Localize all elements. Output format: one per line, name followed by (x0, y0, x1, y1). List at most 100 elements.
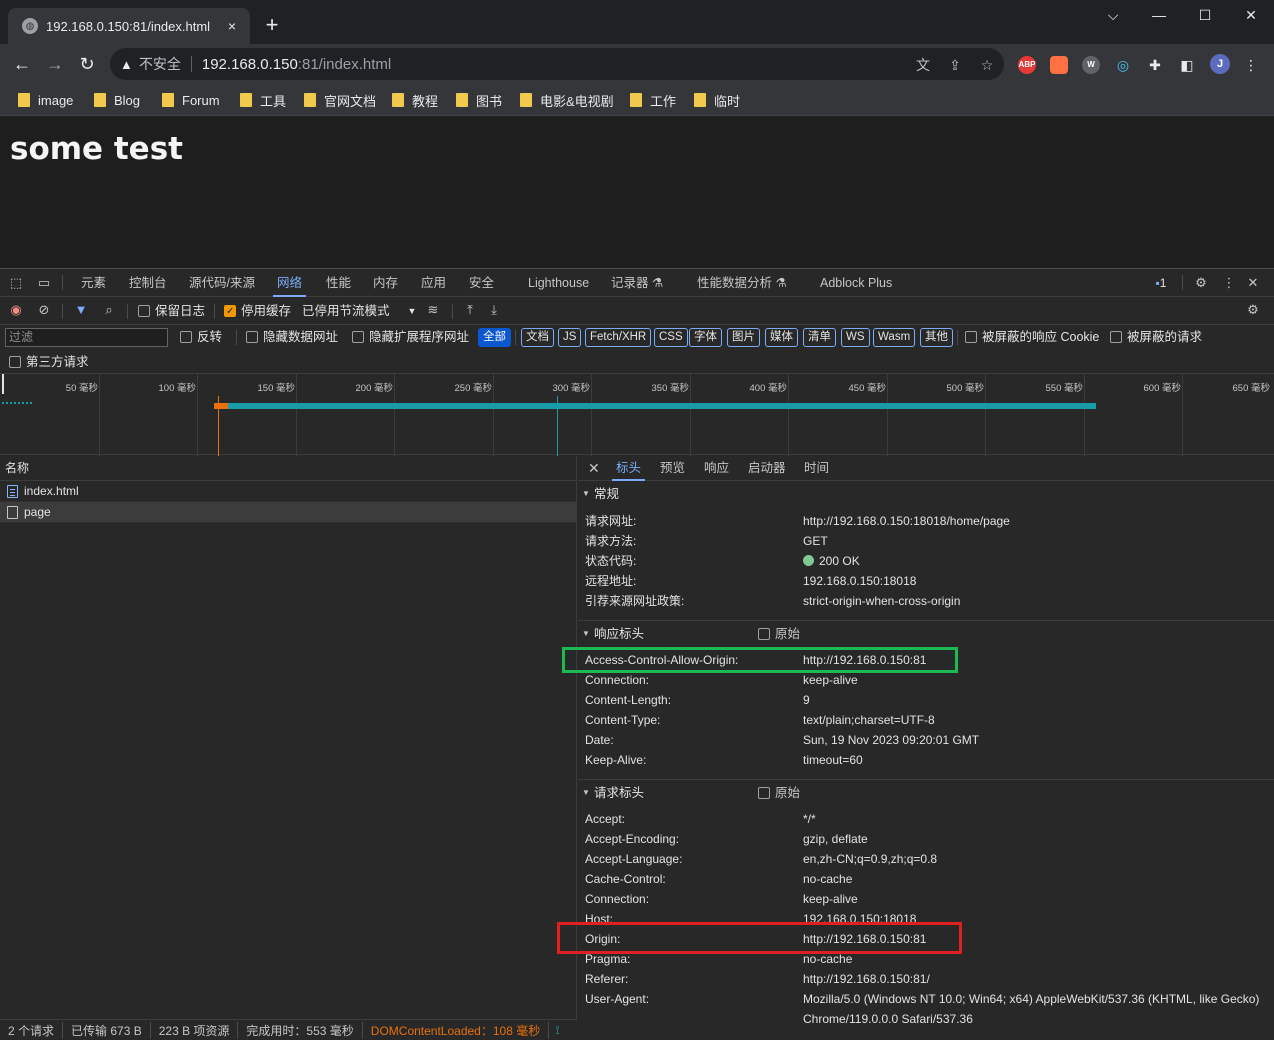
extension-w-icon[interactable]: W (1082, 56, 1100, 74)
checkbox-box[interactable] (1110, 331, 1122, 343)
side-panel-icon[interactable]: ◧ (1178, 56, 1196, 74)
forward-button[interactable]: → (41, 50, 69, 78)
tab-adblock-plus[interactable]: Adblock Plus (820, 269, 892, 297)
tab-initiator[interactable]: 启动器 (748, 456, 786, 481)
close-details-icon[interactable]: ✕ (588, 456, 600, 481)
bookmark-folder[interactable]: 临时 (694, 90, 740, 110)
inspect-element-icon[interactable]: ⬚ (8, 275, 24, 291)
checkbox-box[interactable] (9, 356, 21, 368)
bookmark-folder[interactable]: Blog (94, 90, 140, 110)
extensions-puzzle-icon[interactable]: ✚ (1146, 56, 1164, 74)
address-bar[interactable]: ▲ 不安全 192.168.0.150 :81/index.html 文 ⇪ ☆ (110, 48, 1004, 80)
checkbox-box[interactable] (965, 331, 977, 343)
chip-doc[interactable]: 文档 (521, 328, 554, 347)
hide-extension-urls-checkbox[interactable]: 隐藏扩展程序网址 (352, 328, 469, 346)
throttling-select[interactable]: 已停用节流模式 ▼ (302, 302, 416, 320)
raw-toggle[interactable]: 原始 (758, 780, 800, 806)
chip-wasm[interactable]: Wasm (873, 328, 916, 347)
chip-js[interactable]: JS (558, 328, 582, 347)
raw-toggle[interactable]: 原始 (758, 621, 800, 647)
record-stop-icon[interactable]: ◉ (8, 302, 24, 318)
bookmark-folder[interactable]: 图书 (456, 90, 502, 110)
chip-font[interactable]: 字体 (689, 328, 722, 347)
menu-kebab-icon[interactable]: ⋮ (1242, 56, 1260, 74)
tab-console[interactable]: 控制台 (129, 269, 167, 297)
tab-timing[interactable]: 时间 (804, 456, 829, 481)
bookmark-folder[interactable]: 工具 (240, 90, 286, 110)
chip-media[interactable]: 媒体 (765, 328, 798, 347)
tab-recorder[interactable]: 记录器 ⚗ (611, 269, 663, 297)
minimize-button[interactable]: — (1136, 0, 1182, 32)
disable-cache-checkbox[interactable]: 停用缓存 (224, 302, 291, 321)
clear-icon[interactable]: ⊘ (36, 302, 52, 318)
tab-network[interactable]: 网络 (272, 269, 307, 297)
chip-all[interactable]: 全部 (478, 328, 511, 347)
bookmark-folder[interactable]: 工作 (630, 90, 676, 110)
checkbox-box[interactable] (224, 303, 236, 321)
translate-icon[interactable]: 文 (914, 56, 932, 74)
tab-performance[interactable]: 性能 (326, 269, 351, 297)
insecure-label[interactable]: 不安全 (139, 54, 181, 74)
chip-manifest[interactable]: 清单 (803, 328, 836, 347)
chip-img[interactable]: 图片 (727, 328, 760, 347)
checkbox-box[interactable] (180, 331, 192, 343)
checkbox-box[interactable] (352, 331, 364, 343)
chip-fetch-xhr[interactable]: Fetch/XHR (585, 328, 652, 347)
tab-search-icon[interactable]: ⌵ (1090, 0, 1136, 32)
blocked-requests-checkbox[interactable]: 被屏蔽的请求 (1110, 328, 1202, 346)
tab-performance-insights[interactable]: 性能数据分析 ⚗ (697, 269, 787, 297)
request-row[interactable]: index.html (0, 481, 576, 502)
profile-avatar[interactable]: J (1210, 54, 1230, 74)
third-party-checkbox[interactable]: 第三方请求 (9, 353, 89, 371)
tab-headers[interactable]: 标头 (611, 456, 646, 481)
network-overview-timeline[interactable]: 50 毫秒 100 毫秒 150 毫秒 200 毫秒 250 毫秒 300 毫秒… (0, 373, 1274, 456)
settings-gear-icon[interactable]: ⚙ (1193, 275, 1209, 291)
extension-glasses-icon[interactable]: ◎ (1114, 56, 1132, 74)
url-host[interactable]: 192.168.0.150 (202, 56, 298, 73)
adblock-plus-icon[interactable]: ABP (1018, 56, 1036, 74)
section-request-headers[interactable]: 请求标头 原始 (578, 779, 1274, 806)
request-row[interactable]: page (0, 502, 576, 523)
tab-preview[interactable]: 预览 (660, 456, 685, 481)
network-settings-icon[interactable]: ⚙ (1245, 302, 1261, 318)
new-tab-button[interactable]: + (258, 12, 286, 40)
preserve-log-checkbox[interactable]: 保留日志 (138, 302, 205, 320)
warning-icon[interactable]: ▲ (120, 57, 133, 72)
filter-input[interactable]: 过滤 (5, 328, 168, 347)
tab-sources[interactable]: 源代码/来源 (189, 269, 255, 297)
search-icon[interactable]: ⌕ (101, 302, 117, 318)
tab-memory[interactable]: 内存 (373, 269, 398, 297)
bookmark-folder[interactable]: 电影&电视剧 (520, 90, 614, 110)
extension-orange-icon[interactable] (1050, 56, 1068, 74)
device-toolbar-icon[interactable]: ▭ (36, 275, 52, 291)
close-devtools-icon[interactable]: ✕ (1245, 275, 1261, 291)
checkbox-box[interactable] (758, 787, 770, 799)
tab-elements[interactable]: 元素 (81, 269, 106, 297)
chip-ws[interactable]: WS (841, 328, 870, 347)
export-har-icon[interactable]: ⤓ (486, 302, 502, 318)
column-header-name[interactable]: 名称 (0, 456, 576, 481)
maximize-button[interactable]: ☐ (1182, 0, 1228, 32)
chip-other[interactable]: 其他 (920, 328, 953, 347)
back-button[interactable]: ← (8, 50, 36, 78)
issues-badge[interactable]: ▪1 (1150, 275, 1172, 291)
checkbox-box[interactable] (246, 331, 258, 343)
share-icon[interactable]: ⇪ (946, 56, 964, 74)
bookmark-folder[interactable]: Forum (162, 90, 220, 110)
invert-checkbox[interactable]: 反转 (180, 328, 222, 346)
close-tab-icon[interactable]: × (224, 18, 240, 34)
tab-response[interactable]: 响应 (704, 456, 729, 481)
close-window-button[interactable]: ✕ (1228, 0, 1274, 32)
tab-lighthouse[interactable]: Lighthouse (528, 269, 589, 297)
tab-security[interactable]: 安全 (469, 269, 494, 297)
tab-application[interactable]: 应用 (421, 269, 446, 297)
chip-css[interactable]: CSS (654, 328, 688, 347)
blocked-cookies-checkbox[interactable]: 被屏蔽的响应 Cookie (965, 328, 1099, 346)
bookmark-star-icon[interactable]: ☆ (978, 56, 996, 74)
devtools-menu-icon[interactable]: ⋮ (1221, 275, 1237, 291)
browser-tab[interactable]: ◍ 192.168.0.150:81/index.html × (8, 8, 250, 44)
checkbox-box[interactable] (758, 628, 770, 640)
reload-button[interactable]: ↻ (73, 50, 101, 78)
hide-data-urls-checkbox[interactable]: 隐藏数据网址 (246, 328, 338, 346)
section-response-headers[interactable]: 响应标头 原始 (578, 620, 1274, 647)
